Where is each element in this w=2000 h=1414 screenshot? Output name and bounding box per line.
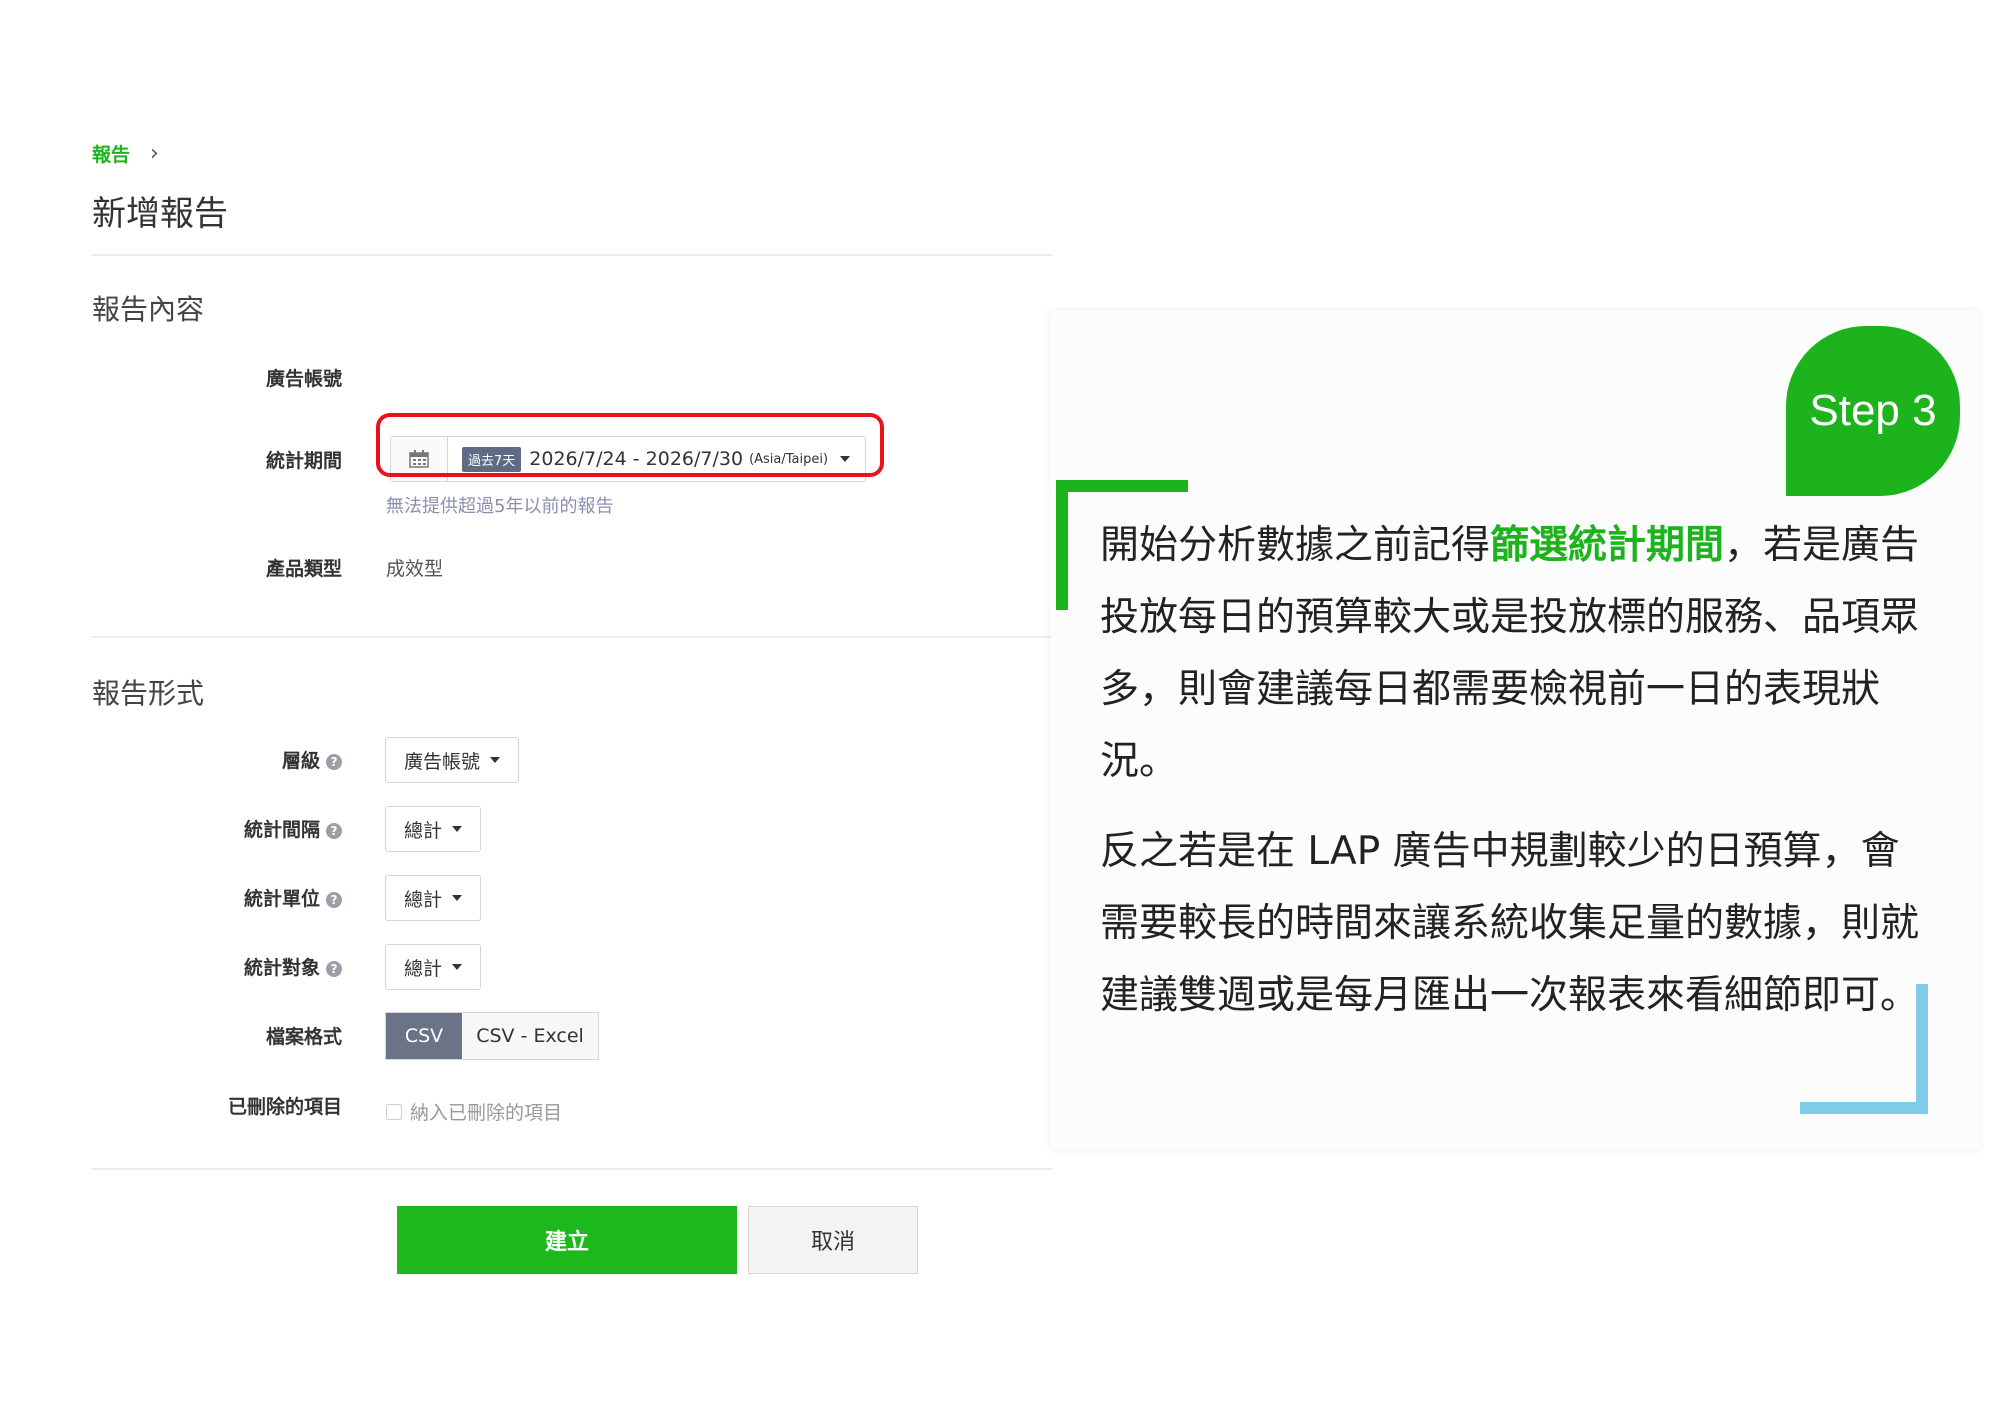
level-dropdown-value: 廣告帳號 (404, 750, 481, 773)
unit-dropdown[interactable]: 總計 (385, 875, 482, 921)
interval-dropdown-value: 總計 (404, 819, 443, 842)
panel-p1-highlight: 篩選統計期間 (1490, 523, 1725, 568)
period-hint: 無法提供超過5年以前的報告 (386, 496, 614, 517)
help-icon[interactable]: ? (326, 891, 342, 908)
page-title: 新增報告 (92, 194, 228, 234)
product-type-value: 成效型 (386, 558, 444, 580)
highlight-frame (376, 413, 884, 477)
interval-label: 統計間隔? (92, 815, 342, 842)
help-icon[interactable]: ? (326, 822, 342, 839)
file-format-csv-excel-button[interactable]: CSV - Excel (462, 1013, 598, 1059)
file-format-toggle: CSV CSV - Excel (385, 1012, 599, 1060)
bracket-bottom-right (1800, 1102, 1928, 1114)
help-icon[interactable]: ? (326, 960, 342, 977)
help-icon[interactable]: ? (326, 753, 342, 770)
chevron-right-icon: › (150, 141, 159, 166)
file-format-csv-button[interactable]: CSV (386, 1013, 462, 1059)
target-label: 統計對象? (92, 953, 342, 980)
interval-dropdown[interactable]: 總計 (385, 806, 482, 852)
section-title-format: 報告形式 (92, 677, 205, 710)
divider (92, 636, 1052, 638)
panel-p1-before: 開始分析數據之前記得 (1100, 523, 1491, 568)
period-label: 統計期間 (265, 450, 342, 472)
deleted-items-label: 已刪除的項目 (227, 1096, 342, 1118)
panel-paragraph-1: 開始分析數據之前記得篩選統計期間，若是廣告投放每日的預算較大或是投放標的服務、品… (1100, 510, 1930, 798)
create-button[interactable]: 建立 (397, 1206, 737, 1274)
include-deleted-row: 納入已刪除的項目 (386, 1098, 562, 1125)
cancel-button[interactable]: 取消 (748, 1206, 918, 1274)
level-label: 層級? (92, 746, 342, 773)
target-label-text: 統計對象 (243, 957, 320, 979)
target-dropdown[interactable]: 總計 (385, 944, 482, 990)
caret-down-icon (452, 895, 463, 901)
step-badge: Step 3 (1786, 326, 1960, 496)
target-dropdown-value: 總計 (404, 957, 443, 980)
breadcrumb-link-reports[interactable]: 報告 (92, 140, 130, 167)
unit-dropdown-value: 總計 (404, 888, 443, 911)
bracket-top-left (1056, 480, 1068, 610)
level-label-text: 層級 (281, 750, 320, 772)
caret-down-icon (490, 757, 501, 763)
section-title-content: 報告內容 (92, 293, 205, 326)
caret-down-icon (452, 826, 463, 832)
include-deleted-label[interactable]: 納入已刪除的項目 (410, 1098, 562, 1125)
caret-down-icon (452, 964, 463, 970)
panel-paragraph-2: 反之若是在 LAP 廣告中規劃較少的日預算，會需要較長的時間來讓系統收集足量的數… (1100, 829, 1920, 1018)
bracket-top-left (1056, 480, 1188, 492)
divider (92, 254, 1052, 256)
interval-label-text: 統計間隔 (243, 819, 320, 841)
breadcrumb: 報告 › (92, 140, 159, 167)
unit-label: 統計單位? (92, 884, 342, 911)
level-dropdown[interactable]: 廣告帳號 (385, 737, 520, 783)
ad-account-label: 廣告帳號 (265, 368, 342, 390)
unit-label-text: 統計單位 (243, 888, 320, 910)
divider (92, 1168, 1052, 1170)
include-deleted-checkbox[interactable] (386, 1103, 402, 1120)
product-type-label: 產品類型 (265, 558, 342, 580)
file-format-label: 檔案格式 (265, 1026, 342, 1048)
